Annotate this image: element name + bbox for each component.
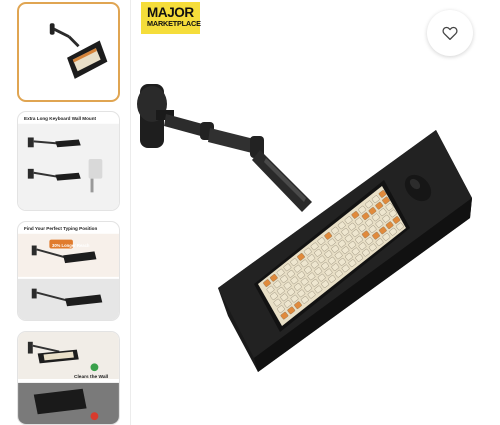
thumbnail-1-image [49, 23, 108, 79]
thumbnail-3-badge: 30% Longer Reach [52, 243, 90, 248]
brand-logo-line1: MAJOR [147, 5, 194, 20]
thumbnail-2[interactable]: Extra Long Keyboard Wall Mount [17, 111, 120, 211]
thumbnail-3[interactable]: Find Your Perfect Typing Position 30% Lo… [17, 221, 120, 321]
thumbnail-1[interactable] [17, 2, 120, 102]
heart-outline-icon [442, 26, 458, 41]
main-product-image [136, 70, 486, 390]
gallery-divider [130, 0, 131, 425]
brand-logo: MAJOR MARKETPLACE [141, 2, 201, 34]
thumbnail-3-image [18, 233, 119, 320]
thumbnail-4[interactable]: Clears the Wall [17, 331, 120, 425]
brand-logo-line2: MARKETPLACE [147, 19, 201, 28]
thumbnail-2-image [18, 123, 119, 210]
favorite-button[interactable] [427, 10, 473, 56]
thumbnail-4-caption: Clears the Wall [74, 375, 109, 380]
